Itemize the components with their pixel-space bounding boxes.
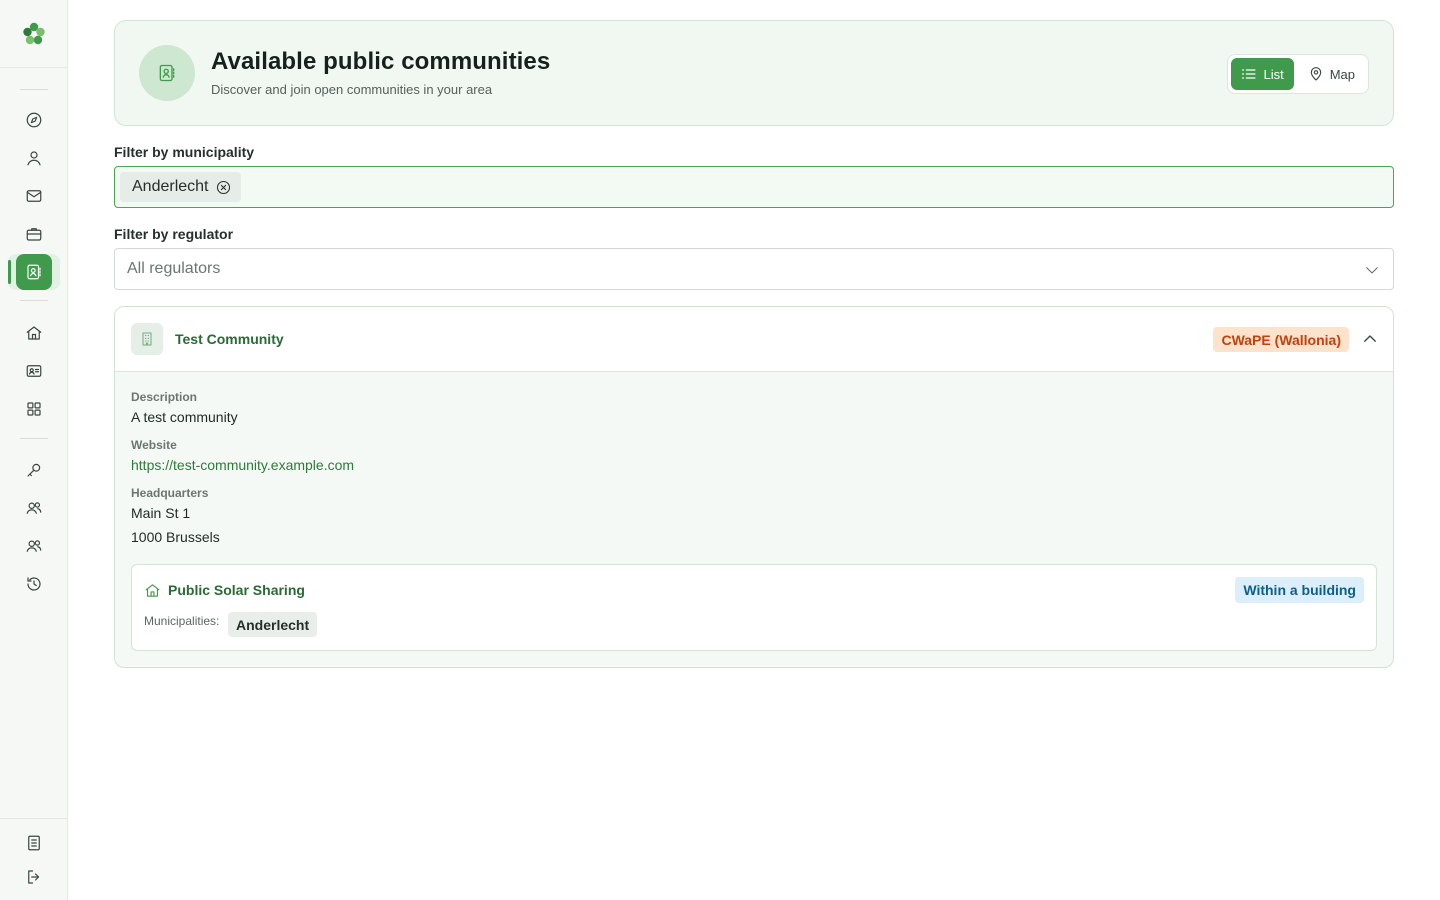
map-view-button[interactable]: Map bbox=[1298, 58, 1365, 90]
sidebar-bottom-divider bbox=[0, 818, 68, 819]
main-content: Available public communities Discover an… bbox=[114, 20, 1394, 668]
users-icon bbox=[26, 502, 42, 514]
headquarters-label: Headquarters bbox=[131, 486, 209, 500]
building-icon bbox=[131, 323, 163, 355]
regulator-badge: CWaPE (Wallonia) bbox=[1213, 327, 1349, 352]
compass-icon bbox=[26, 112, 42, 128]
list-icon bbox=[1242, 69, 1257, 79]
sidebar-item-keys[interactable] bbox=[16, 452, 52, 488]
sidebar-item-groups[interactable] bbox=[16, 528, 52, 564]
remove-chip-button[interactable] bbox=[215, 178, 233, 196]
sidebar-item-messages[interactable] bbox=[16, 178, 52, 214]
sharing-title: Public Solar Sharing bbox=[168, 582, 305, 598]
contact-book-icon bbox=[159, 64, 175, 82]
list-view-label: List bbox=[1263, 66, 1284, 82]
community-name: Test Community bbox=[175, 331, 284, 347]
sidebar-item-apps[interactable] bbox=[16, 391, 52, 427]
sidebar-item-logout[interactable] bbox=[16, 859, 52, 895]
regulator-select-value: All regulators bbox=[127, 260, 221, 277]
sidebar-divider bbox=[20, 438, 48, 439]
address-line-2: 1000 Brussels bbox=[131, 529, 220, 545]
list-view-button[interactable]: List bbox=[1231, 58, 1294, 90]
municipality-tag: Anderlecht bbox=[228, 612, 318, 637]
users-icon bbox=[26, 540, 42, 552]
municipality-chip: Anderlecht bbox=[120, 172, 241, 202]
sidebar-item-jobs[interactable] bbox=[16, 216, 52, 252]
home-icon bbox=[144, 582, 161, 599]
community-card-header[interactable]: Test Community CWaPE (Wallonia) bbox=[115, 307, 1393, 372]
contact-book-icon bbox=[27, 264, 41, 280]
scope-badge: Within a building bbox=[1235, 577, 1364, 603]
sidebar-item-members[interactable] bbox=[16, 490, 52, 526]
sidebar-divider bbox=[20, 300, 48, 301]
communities-badge bbox=[139, 45, 195, 101]
municipality-chip-label: Anderlecht bbox=[132, 178, 209, 195]
logout-icon bbox=[28, 870, 40, 884]
map-pin-icon bbox=[1310, 67, 1321, 81]
grid-icon bbox=[27, 402, 41, 416]
sidebar-item-explore[interactable] bbox=[16, 102, 52, 138]
sidebar-active-indicator bbox=[8, 260, 11, 284]
municipality-filter-input[interactable]: Anderlecht bbox=[114, 166, 1394, 208]
key-icon bbox=[27, 463, 41, 477]
sidebar-item-documents[interactable] bbox=[16, 825, 52, 861]
mail-icon bbox=[26, 190, 42, 202]
sidebar-item-communities[interactable] bbox=[16, 254, 52, 290]
clover-logo-icon bbox=[23, 22, 45, 44]
website-label: Website bbox=[131, 438, 177, 452]
user-icon bbox=[27, 151, 41, 166]
chevron-up-icon[interactable] bbox=[1361, 330, 1379, 348]
briefcase-icon bbox=[26, 228, 42, 241]
home-icon bbox=[26, 326, 42, 340]
page-subtitle: Discover and join open communities in yo… bbox=[211, 82, 493, 97]
chevron-down-icon bbox=[1363, 261, 1381, 279]
map-view-label: Map bbox=[1329, 66, 1355, 82]
close-circle-icon bbox=[216, 180, 231, 194]
view-toggle: List Map bbox=[1227, 54, 1369, 94]
description-label: Description bbox=[131, 390, 198, 404]
sidebar-item-home[interactable] bbox=[16, 315, 52, 351]
sidebar-item-profile[interactable] bbox=[16, 140, 52, 176]
municipality-filter-label: Filter by municipality bbox=[114, 144, 255, 160]
sidebar-divider bbox=[20, 89, 48, 90]
page-title: Available public communities bbox=[211, 48, 551, 75]
regulator-filter-label: Filter by regulator bbox=[114, 226, 234, 242]
address-line-1: Main St 1 bbox=[131, 505, 191, 521]
sidebar-item-id-card[interactable] bbox=[16, 353, 52, 389]
history-icon bbox=[27, 577, 41, 591]
municipalities-label: Municipalities: bbox=[144, 614, 220, 628]
community-card: Test Community CWaPE (Wallonia) Descript… bbox=[114, 306, 1394, 668]
id-card-icon bbox=[26, 365, 42, 377]
sharing-card: Public Solar Sharing Within a building M… bbox=[131, 564, 1377, 651]
document-icon bbox=[28, 835, 40, 851]
website-link[interactable]: https://test-community.example.com bbox=[131, 457, 354, 473]
regulator-select[interactable]: All regulators bbox=[114, 248, 1394, 290]
page-header: Available public communities Discover an… bbox=[114, 20, 1394, 126]
app-logo[interactable] bbox=[0, 0, 68, 68]
description-value: A test community bbox=[131, 409, 238, 425]
sidebar bbox=[0, 0, 68, 900]
sidebar-item-history[interactable] bbox=[16, 566, 52, 602]
